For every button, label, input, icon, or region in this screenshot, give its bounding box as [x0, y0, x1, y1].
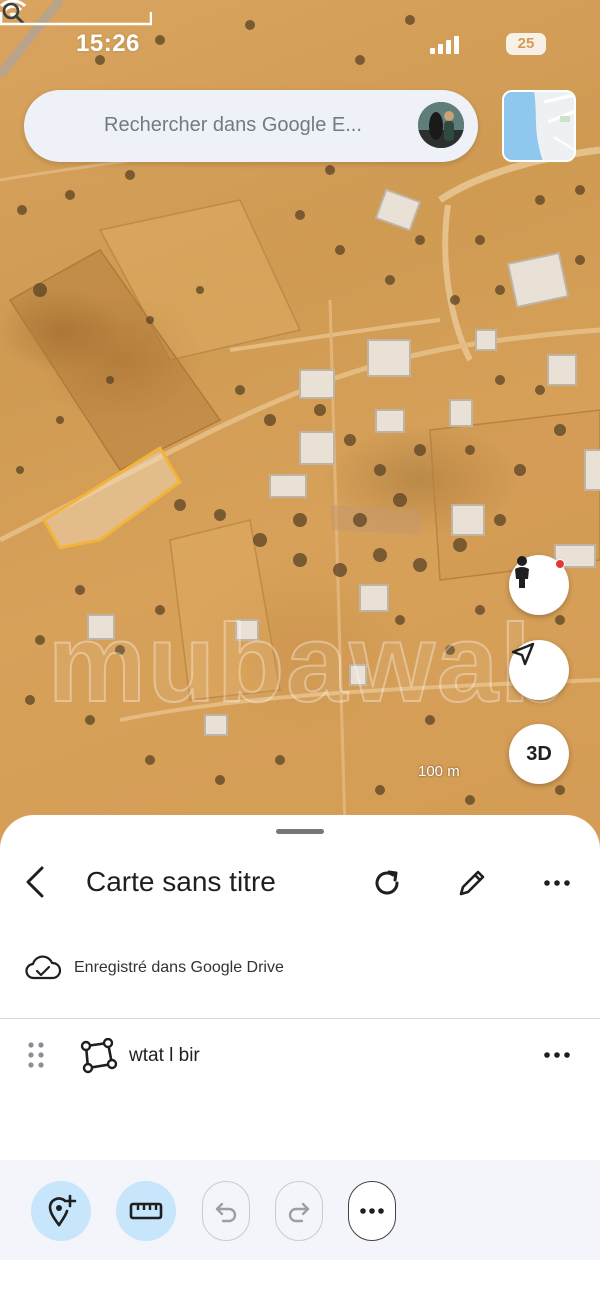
satellite-map[interactable]: mubawab 15:26 25 Rechercher dans Google …: [0, 0, 600, 840]
status-time: 15:26: [76, 30, 140, 57]
more-options-icon[interactable]: [540, 866, 574, 900]
project-title[interactable]: Carte sans titre: [86, 866, 276, 898]
scale-label: 100 m: [418, 763, 460, 780]
refresh-icon[interactable]: [370, 866, 404, 900]
redo-icon: [288, 1202, 310, 1223]
more-tools-button[interactable]: [348, 1181, 396, 1241]
watermark-text: mubawab: [47, 601, 570, 726]
drag-handle-icon[interactable]: [26, 1040, 46, 1070]
divider: [0, 1018, 600, 1019]
search-input-placeholder[interactable]: Rechercher dans Google E...: [104, 114, 362, 137]
battery-level: 25: [517, 35, 535, 52]
undo-icon: [215, 1202, 237, 1223]
undo-button[interactable]: [202, 1181, 250, 1241]
notification-dot: [555, 559, 565, 569]
ruler-icon: [129, 1202, 163, 1220]
navigation-arrow-icon: [511, 642, 535, 666]
back-chevron-icon[interactable]: [20, 864, 50, 900]
add-placemark-button[interactable]: [31, 1181, 91, 1241]
avatar[interactable]: [418, 102, 464, 148]
my-location-button[interactable]: [509, 640, 569, 700]
measure-button[interactable]: [116, 1181, 176, 1241]
battery-indicator: 25: [506, 33, 546, 55]
edit-pencil-icon[interactable]: [455, 866, 489, 900]
redo-button[interactable]: [275, 1181, 323, 1241]
save-status-text: Enregistré dans Google Drive: [74, 959, 284, 976]
polygon-icon: [80, 1038, 118, 1074]
street-view-button[interactable]: [509, 555, 569, 615]
drawn-polygon-outline: [41, 445, 182, 550]
cloud-done-icon: [25, 955, 62, 980]
layer-item-name[interactable]: wtat l bir: [129, 1045, 200, 1067]
more-icon: [360, 1208, 384, 1214]
pin-plus-icon: [48, 1194, 77, 1227]
pegman-icon: [515, 556, 529, 588]
3d-view-button[interactable]: 3D: [509, 724, 569, 784]
map-layer-thumbnail[interactable]: [502, 90, 576, 162]
cellular-signal-icon: [430, 36, 462, 54]
layer-more-options-icon[interactable]: [540, 1038, 574, 1072]
sheet-drag-handle[interactable]: [276, 829, 324, 834]
scale-bar: [0, 12, 152, 26]
